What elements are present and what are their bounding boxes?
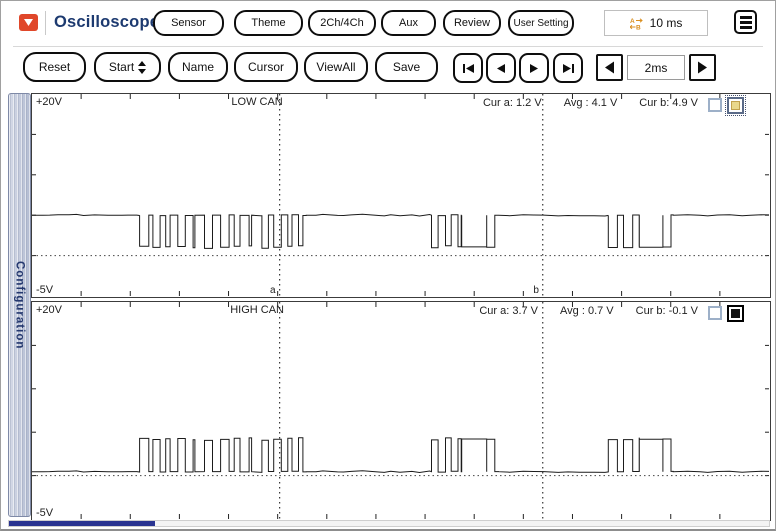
theme-button[interactable]: Theme (234, 10, 303, 36)
waveform-high-can (32, 302, 769, 519)
channel-checkbox[interactable] (708, 98, 722, 112)
scope-panel-high-can: +20V HIGH CAN Cur a: 3.7 V Avg : 0.7 V C… (31, 301, 771, 521)
spinner-updown-icon (138, 61, 146, 74)
channel-color-swatch[interactable] (727, 305, 744, 322)
start-button[interactable]: Start (94, 52, 161, 82)
configuration-tab-label: Configuration (14, 261, 26, 349)
svg-text:A: A (630, 18, 635, 25)
acquisition-time-display[interactable]: A B 10 ms (604, 10, 708, 36)
v-top-label: +20V (36, 304, 62, 316)
v-bottom-label: -5V (36, 284, 53, 296)
viewall-button[interactable]: ViewAll (304, 52, 368, 82)
step-back-button[interactable] (486, 53, 516, 83)
waveform-low-can (32, 94, 769, 296)
swatch-color (731, 309, 740, 318)
app-menu-button[interactable] (19, 14, 38, 31)
cursor-a-readout: Cur a: 3.7 V (479, 305, 538, 317)
play-icon (529, 63, 539, 74)
skip-to-start-button[interactable] (453, 53, 483, 83)
main-menu-button[interactable] (734, 10, 757, 34)
channel-title: LOW CAN (231, 96, 282, 108)
aux-button[interactable]: Aux (381, 10, 436, 36)
step-back-icon (496, 63, 506, 74)
configuration-tab[interactable]: Configuration (8, 93, 31, 517)
toolbar-divider (13, 46, 763, 47)
cursor-b-readout: Cur b: -0.1 V (636, 305, 698, 317)
scrollbar-thumb[interactable] (9, 521, 155, 526)
cursor-b-label[interactable]: b (533, 285, 539, 296)
cursor-a-label[interactable]: a (270, 285, 276, 296)
skip-to-end-icon (562, 63, 575, 74)
user-setting-button[interactable]: User Setting (508, 10, 574, 36)
cursor-a-readout: Cur a: 1.2 V (483, 97, 542, 109)
play-button[interactable] (519, 53, 549, 83)
review-button[interactable]: Review (443, 10, 501, 36)
timebase-increase-button[interactable] (689, 54, 716, 81)
hamburger-icon (740, 16, 752, 19)
scope-panel-low-can: +20V LOW CAN Cur a: 1.2 V Avg : 4.1 V Cu… (31, 93, 771, 298)
channel-color-swatch[interactable] (727, 97, 744, 114)
cursor-b-readout: Cur b: 4.9 V (639, 97, 698, 109)
start-button-label: Start (109, 60, 134, 74)
title-separator (45, 11, 46, 35)
oscilloscope-window: Oscilloscope Sensor Theme 2Ch/4Ch Aux Re… (0, 0, 776, 531)
v-top-label: +20V (36, 96, 62, 108)
avg-readout: Avg : 0.7 V (560, 305, 614, 317)
horizontal-scrollbar[interactable] (8, 520, 770, 527)
svg-text:B: B (636, 24, 641, 30)
skip-to-start-icon (462, 63, 475, 74)
ab-time-cursor-icon: A B (630, 17, 643, 30)
channel-title: HIGH CAN (230, 304, 284, 316)
triangle-right-icon (697, 61, 708, 74)
channel-mode-button[interactable]: 2Ch/4Ch (308, 10, 376, 36)
sensor-button[interactable]: Sensor (153, 10, 224, 36)
triangle-left-icon (604, 61, 615, 74)
reset-button[interactable]: Reset (23, 52, 86, 82)
acquisition-time-value: 10 ms (650, 16, 683, 30)
avg-readout: Avg : 4.1 V (564, 97, 618, 109)
timebase-field[interactable]: 2ms (627, 55, 685, 80)
caret-down-icon (24, 19, 33, 26)
skip-to-end-button[interactable] (553, 53, 583, 83)
cursor-button[interactable]: Cursor (234, 52, 298, 82)
save-button[interactable]: Save (375, 52, 438, 82)
timebase-decrease-button[interactable] (596, 54, 623, 81)
name-button[interactable]: Name (168, 52, 228, 82)
app-title: Oscilloscope (54, 13, 159, 32)
v-bottom-label: -5V (36, 507, 53, 519)
channel-checkbox[interactable] (708, 306, 722, 320)
swatch-color (731, 101, 740, 110)
